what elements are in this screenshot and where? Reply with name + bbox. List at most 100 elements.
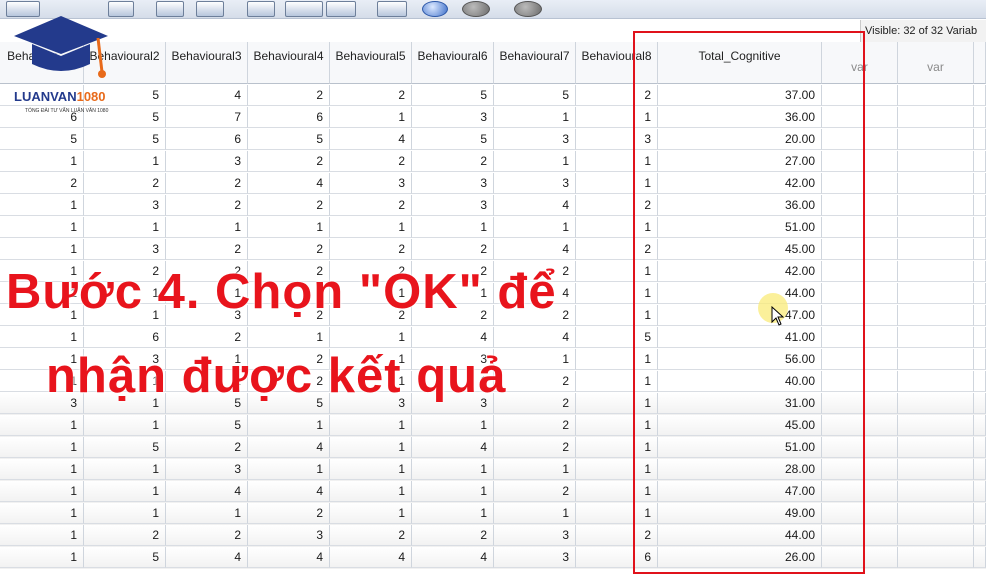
table-cell[interactable]: 1 <box>576 349 658 370</box>
table-cell[interactable]: 6 <box>576 547 658 568</box>
weight-cases-icon[interactable] <box>285 1 323 17</box>
table-cell[interactable]: 31.00 <box>658 393 822 414</box>
empty-cell[interactable] <box>898 173 974 194</box>
table-cell[interactable]: 2 <box>494 481 576 502</box>
table-cell[interactable]: 4 <box>412 327 494 348</box>
column-header-behavioural5[interactable]: Behavioural5 <box>330 42 412 84</box>
table-cell[interactable]: 5 <box>412 85 494 106</box>
table-cell[interactable]: 1 <box>0 437 84 458</box>
table-cell[interactable]: 1 <box>330 107 412 128</box>
table-cell[interactable]: 2 <box>248 195 330 216</box>
empty-cell[interactable] <box>898 85 974 106</box>
table-cell[interactable]: 1 <box>84 481 166 502</box>
empty-cell[interactable] <box>822 547 898 568</box>
table-cell[interactable]: 2 <box>166 437 248 458</box>
empty-cell[interactable] <box>822 129 898 150</box>
table-cell[interactable]: 2 <box>248 503 330 524</box>
table-cell[interactable]: 1 <box>494 217 576 238</box>
empty-cell[interactable] <box>898 305 974 326</box>
empty-cell[interactable] <box>898 437 974 458</box>
table-cell[interactable]: 1 <box>166 217 248 238</box>
table-cell[interactable]: 2 <box>84 173 166 194</box>
table-cell[interactable]: 1 <box>412 459 494 480</box>
select-cases-icon[interactable] <box>196 1 224 17</box>
column-header-behavioural3[interactable]: Behavioural3 <box>166 42 248 84</box>
table-cell[interactable]: 1 <box>576 459 658 480</box>
table-cell[interactable]: 5 <box>494 85 576 106</box>
table-cell[interactable]: 56.00 <box>658 349 822 370</box>
column-header-behavioural4[interactable]: Behavioural4 <box>248 42 330 84</box>
table-cell[interactable]: 1 <box>576 173 658 194</box>
table-cell[interactable]: 5 <box>84 129 166 150</box>
empty-cell[interactable] <box>822 371 898 392</box>
table-cell[interactable]: 5 <box>0 129 84 150</box>
table-cell[interactable]: 51.00 <box>658 437 822 458</box>
table-cell[interactable]: 1 <box>576 393 658 414</box>
table-cell[interactable]: 4 <box>494 327 576 348</box>
empty-cell[interactable] <box>822 217 898 238</box>
empty-cell[interactable] <box>898 481 974 502</box>
table-cell[interactable]: 1 <box>576 107 658 128</box>
table-cell[interactable]: 1 <box>0 547 84 568</box>
table-cell[interactable]: 4 <box>412 547 494 568</box>
table-cell[interactable]: 1 <box>576 261 658 282</box>
table-cell[interactable]: 4 <box>494 195 576 216</box>
table-icon[interactable] <box>326 1 356 17</box>
table-cell[interactable]: 1 <box>84 217 166 238</box>
table-cell[interactable]: 2 <box>494 415 576 436</box>
table-cell[interactable]: 2 <box>412 239 494 260</box>
table-cell[interactable]: 47.00 <box>658 481 822 502</box>
table-cell[interactable]: 1 <box>330 327 412 348</box>
table-cell[interactable]: 1 <box>0 503 84 524</box>
table-cell[interactable]: 2 <box>576 525 658 546</box>
empty-cell[interactable] <box>898 261 974 282</box>
empty-cell[interactable] <box>822 525 898 546</box>
table-cell[interactable]: 6 <box>84 327 166 348</box>
table-cell[interactable]: 2 <box>84 525 166 546</box>
table-cell[interactable]: 4 <box>494 239 576 260</box>
table-cell[interactable]: 1 <box>330 217 412 238</box>
table-cell[interactable]: 4 <box>166 85 248 106</box>
table-cell[interactable]: 1 <box>412 481 494 502</box>
empty-cell[interactable] <box>822 107 898 128</box>
empty-cell[interactable] <box>898 239 974 260</box>
table-cell[interactable]: 1 <box>494 459 576 480</box>
table-cell[interactable]: 1 <box>248 415 330 436</box>
table-cell[interactable]: 1 <box>576 371 658 392</box>
table-cell[interactable]: 28.00 <box>658 459 822 480</box>
table-cell[interactable]: 3 <box>166 151 248 172</box>
table-cell[interactable]: 3 <box>494 129 576 150</box>
empty-cell[interactable] <box>898 327 974 348</box>
empty-cell[interactable] <box>898 547 974 568</box>
table-cell[interactable]: 1 <box>248 217 330 238</box>
empty-cell[interactable] <box>822 151 898 172</box>
table-cell[interactable]: 5 <box>84 437 166 458</box>
table-cell[interactable]: 1 <box>84 459 166 480</box>
table-cell[interactable]: 3 <box>412 107 494 128</box>
table-cell[interactable]: 1 <box>576 415 658 436</box>
table-cell[interactable]: 1 <box>494 151 576 172</box>
table-cell[interactable]: 1 <box>412 415 494 436</box>
table-cell[interactable]: 2 <box>166 173 248 194</box>
table-cell[interactable]: 49.00 <box>658 503 822 524</box>
run-script-icon[interactable] <box>462 1 490 17</box>
table-cell[interactable]: 4 <box>248 481 330 502</box>
table-cell[interactable]: 1 <box>576 217 658 238</box>
table-cell[interactable]: 40.00 <box>658 371 822 392</box>
table-cell[interactable]: 2 <box>576 195 658 216</box>
table-cell[interactable]: 1 <box>0 415 84 436</box>
column-header-var[interactable]: var <box>898 42 974 84</box>
table-cell[interactable]: 1 <box>576 481 658 502</box>
spell-check-icon[interactable] <box>514 1 542 17</box>
table-cell[interactable]: 4 <box>248 437 330 458</box>
empty-cell[interactable] <box>822 239 898 260</box>
goto-case-icon[interactable] <box>156 1 184 17</box>
table-cell[interactable]: 1 <box>576 503 658 524</box>
empty-cell[interactable] <box>822 283 898 304</box>
empty-cell[interactable] <box>822 459 898 480</box>
table-cell[interactable]: 45.00 <box>658 239 822 260</box>
table-cell[interactable]: 1 <box>248 459 330 480</box>
table-cell[interactable]: 1 <box>0 481 84 502</box>
empty-cell[interactable] <box>822 173 898 194</box>
table-cell[interactable]: 3 <box>576 129 658 150</box>
